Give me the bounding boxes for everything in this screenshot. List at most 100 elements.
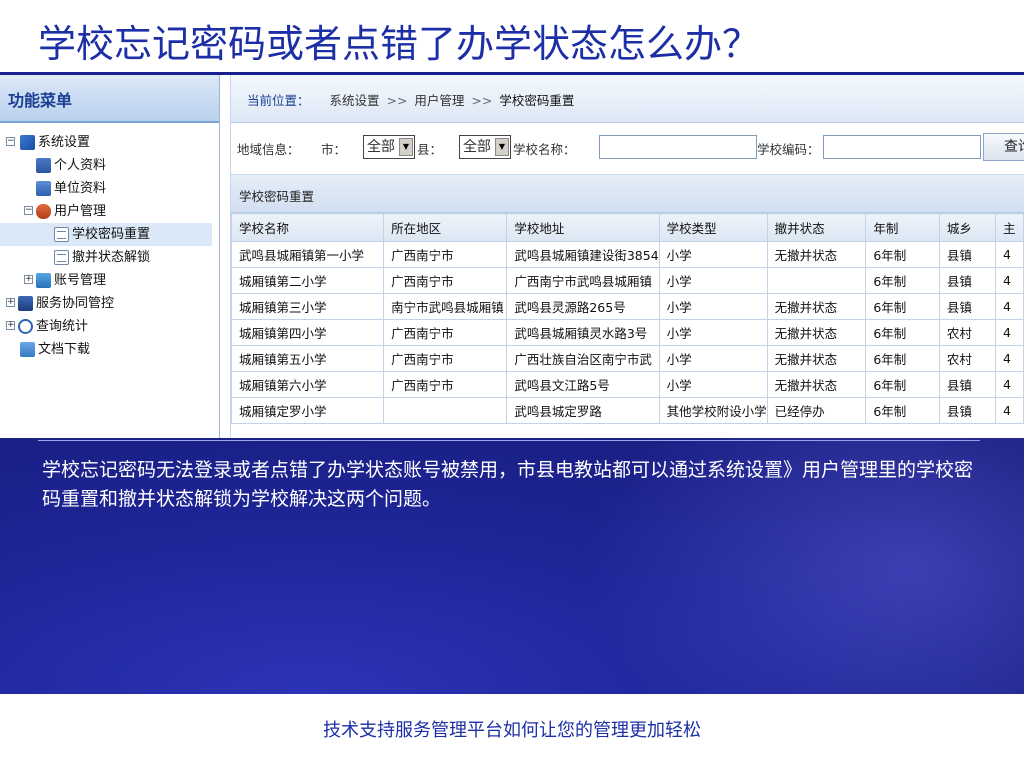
column-header[interactable]: 学校名称 [230,213,385,242]
table-cell: 城厢镇第二小学 [230,267,385,294]
table-cell: 县镇 [938,293,996,320]
school-table: 学校名称 所在地区 学校地址 学校类型 撤并状态 年制 城乡 主 武鸣县城厢镇第… [230,213,1024,424]
menu-item-user-management[interactable]: − 用户管理 [0,200,219,223]
table-cell: 6年制 [865,293,940,320]
school-name-input[interactable] [599,135,757,159]
table-cell: 武鸣县灵源路265号 [506,293,660,320]
filter-bar: 地域信息： 市： 全部 ▼ 县： 全部 ▼ 学校名称： 学校编码： 查询 [231,123,1024,175]
column-header[interactable]: 撤并状态 [766,213,867,242]
table-cell: 广西南宁市 [383,345,508,372]
school-code-label: 学校编码： [757,142,820,157]
slide-footer: 技术支持服务管理平台如何让您的管理更加轻松 [323,720,701,741]
table-cell: 武鸣县城厢镇灵水路3号 [506,319,660,346]
table-cell: 4 [994,293,1024,320]
table-cell: 武鸣县城厢镇第一小学 [230,241,385,268]
table-cell: 4 [994,345,1024,372]
table-cell: 广西壮族自治区南宁市武 [506,345,660,372]
table-cell: 6年制 [865,397,940,424]
breadcrumb-item: 学校密码重置 [499,93,575,108]
menu-title: 功能菜单 [0,75,219,123]
table-cell: 城厢镇第六小学 [230,371,385,398]
system-settings-icon [20,135,35,150]
profile-icon [36,158,51,173]
menu-item-service-control[interactable]: + 服务协同管控 [0,292,219,315]
breadcrumb-separator: >> [471,93,493,108]
table-cell: 无撤并状态 [766,241,867,268]
county-label: 县： [417,142,443,157]
menu-item-profile[interactable]: 个人资料 [0,154,219,177]
table-row[interactable]: 城厢镇第五小学 广西南宁市 广西壮族自治区南宁市武 小学 无撤并状态 6年制 农… [230,345,1024,372]
query-icon [18,319,33,334]
table-cell: 小学 [658,371,768,398]
column-header[interactable]: 年制 [865,213,940,242]
city-select[interactable]: 全部 ▼ [363,135,415,159]
collapse-icon[interactable]: − [24,206,33,215]
table-cell: 已经停办 [766,397,867,424]
column-header[interactable]: 城乡 [938,213,996,242]
table-row[interactable]: 城厢镇第四小学 广西南宁市 武鸣县城厢镇灵水路3号 小学 无撤并状态 6年制 农… [230,319,1024,346]
table-cell: 广西南宁市武鸣县城厢镇 [506,267,660,294]
table-cell [766,267,867,294]
table-cell: 广西南宁市 [383,319,508,346]
region-label: 地域信息： [237,142,300,157]
expand-icon[interactable]: + [24,275,33,284]
table-cell: 无撤并状态 [766,293,867,320]
document-icon [54,227,69,242]
table-row[interactable]: 武鸣县城厢镇第一小学 广西南宁市 武鸣县城厢镇建设街3854 小学 无撤并状态 … [230,241,1024,268]
expand-icon[interactable]: + [6,298,15,307]
school-code-input[interactable] [823,135,981,159]
menu-item-account-management[interactable]: + 账号管理 [0,269,219,292]
table-row[interactable]: 城厢镇定罗小学 武鸣县城定罗路 其他学校附设小学 已经停办 6年制 县镇 4 [230,397,1024,424]
table-cell: 4 [994,241,1024,268]
description-text: 学校忘记密码无法登录或者点错了办学状态账号被禁用，市县电教站都可以通过系统设置》… [42,459,974,510]
query-button[interactable]: 查询 [983,133,1024,161]
main-content: 当前位置： 系统设置 >> 用户管理 >> 学校密码重置 地域信息： 市： 全部… [230,75,1024,438]
table-cell: 小学 [658,241,768,268]
table-cell: 县镇 [938,397,996,424]
table-cell: 城厢镇第三小学 [230,293,385,320]
breadcrumb-item[interactable]: 系统设置 [329,93,379,108]
expand-icon[interactable]: + [6,321,15,330]
table-cell: 其他学校附设小学 [658,397,768,424]
table-cell: 4 [994,267,1024,294]
menu-item-merge-status-unlock[interactable]: 撤并状态解锁 [0,246,219,269]
table-row[interactable]: 城厢镇第三小学 南宁市武鸣县城厢镇 武鸣县灵源路265号 小学 无撤并状态 6年… [230,293,1024,320]
column-header[interactable]: 主 [994,213,1024,242]
breadcrumb-separator: >> [386,93,408,108]
download-icon [20,342,35,357]
collapse-icon[interactable]: − [6,137,15,146]
table-cell: 南宁市武鸣县城厢镇 [383,293,508,320]
table-row[interactable]: 城厢镇第二小学 广西南宁市 广西南宁市武鸣县城厢镇 小学 6年制 县镇 4 [230,267,1024,294]
function-menu: 功能菜单 − 系统设置 个人资料 单位资料 − 用户管理 学校密码重置 撤并状态… [0,75,220,438]
menu-item-system-settings[interactable]: − 系统设置 [0,131,219,154]
app-screenshot: 功能菜单 − 系统设置 个人资料 单位资料 − 用户管理 学校密码重置 撤并状态… [0,75,1024,438]
county-select[interactable]: 全部 ▼ [459,135,511,159]
chevron-down-icon: ▼ [495,138,509,156]
table-cell: 6年制 [865,345,940,372]
description-panel: 学校忘记密码无法登录或者点错了办学状态账号被禁用，市县电教站都可以通过系统设置》… [0,438,1024,694]
column-header[interactable]: 学校地址 [506,213,660,242]
section-title: 学校密码重置 [231,175,1024,213]
service-icon [18,296,33,311]
table-cell: 4 [994,319,1024,346]
table-cell: 城厢镇第五小学 [230,345,385,372]
table-cell: 县镇 [938,267,996,294]
table-header-row: 学校名称 所在地区 学校地址 学校类型 撤并状态 年制 城乡 主 [230,213,1024,242]
menu-item-school-password-reset[interactable]: 学校密码重置 [0,223,212,246]
breadcrumb-item[interactable]: 用户管理 [414,93,464,108]
menu-item-document-download[interactable]: 文档下载 [0,338,219,361]
table-cell: 4 [994,397,1024,424]
column-header[interactable]: 所在地区 [383,213,508,242]
table-row[interactable]: 城厢镇第六小学 广西南宁市 武鸣县文江路5号 小学 无撤并状态 6年制 县镇 4 [230,371,1024,398]
table-cell: 武鸣县城厢镇建设街3854 [506,241,660,268]
menu-item-query-stats[interactable]: + 查询统计 [0,315,219,338]
table-cell: 无撤并状态 [766,319,867,346]
account-icon [36,273,51,288]
city-label: 市： [321,142,347,157]
column-header[interactable]: 学校类型 [658,213,768,242]
table-cell: 6年制 [865,241,940,268]
menu-item-organization[interactable]: 单位资料 [0,177,219,200]
table-cell: 无撤并状态 [766,371,867,398]
table-cell: 小学 [658,293,768,320]
table-cell: 小学 [658,345,768,372]
